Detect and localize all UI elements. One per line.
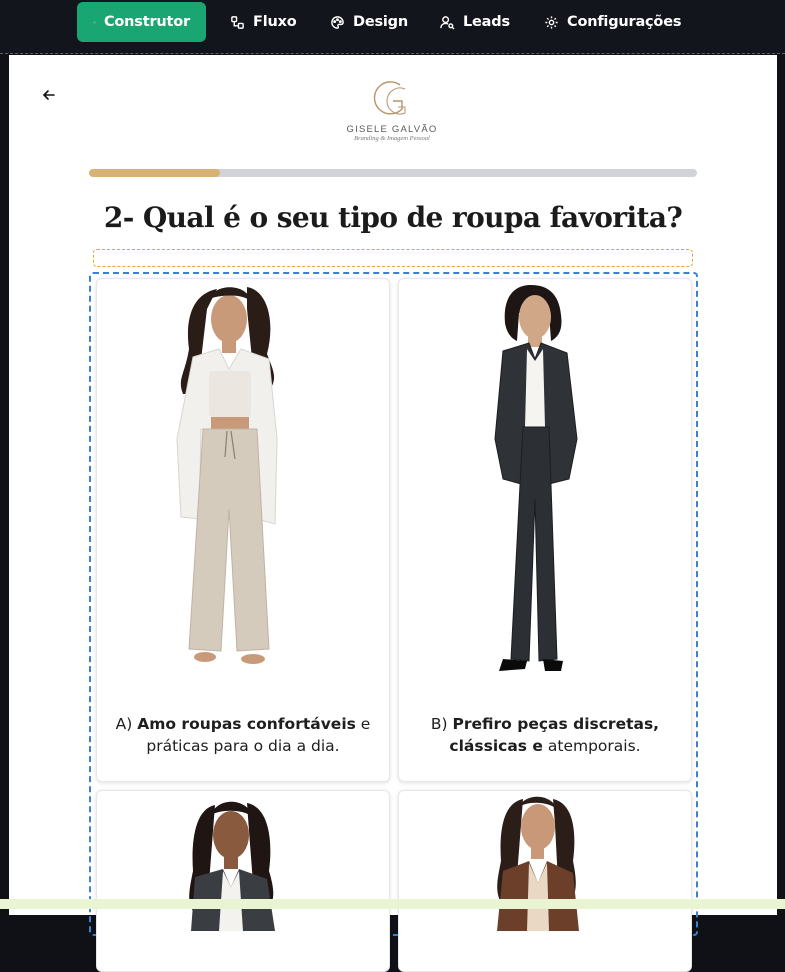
nav-tab-design[interactable]: Design — [330, 2, 408, 42]
quiz-canvas: GISELE GALVÃO Branding & Imagem Pessoal … — [9, 55, 777, 972]
header-divider — [0, 53, 785, 54]
sparkle-icon — [93, 20, 96, 24]
option-card-a[interactable]: A) Amo roupas confortáveis e práticas pa… — [96, 278, 390, 782]
gg-monogram-icon — [373, 81, 406, 115]
brand-logo: GISELE GALVÃO Branding & Imagem Pessoal — [342, 75, 442, 153]
casual-outfit-image — [176, 287, 278, 664]
question-title[interactable]: 2- Qual é o seu tipo de roupa favorita? — [9, 201, 777, 234]
subtitle-placeholder[interactable] — [93, 249, 693, 267]
arrow-left-icon — [42, 90, 55, 100]
flow-icon — [231, 15, 244, 29]
classic-suit-outfit-image — [494, 285, 578, 671]
smart-casual-outfit-image — [189, 801, 275, 931]
brand-tagline: Branding & Imagem Pessoal — [354, 135, 430, 142]
option-card-b[interactable]: B) Prefiro peças discretas, clássicas e … — [398, 278, 692, 782]
options-grid[interactable]: A) Amo roupas confortáveis e práticas pa… — [89, 272, 698, 972]
option-label: B) Prefiro peças discretas, clássicas e … — [430, 715, 660, 755]
nav-tab-leads[interactable]: Leads — [440, 2, 510, 42]
back-button[interactable] — [39, 85, 59, 105]
progress-fill — [89, 169, 220, 177]
option-label: A) Amo roupas confortáveis e práticas pa… — [115, 715, 371, 755]
palette-icon — [331, 15, 344, 29]
nav-label: Leads — [463, 14, 510, 30]
nav-tab-construtor[interactable]: Construtor — [77, 2, 206, 42]
nav-tab-configuracoes[interactable]: Configurações — [544, 2, 681, 42]
nav-label: Configurações — [567, 14, 682, 30]
option-card-d[interactable] — [398, 790, 692, 972]
gear-icon — [545, 15, 558, 29]
nav-tab-fluxo[interactable]: Fluxo — [230, 2, 297, 42]
elegant-outfit-image — [497, 796, 579, 931]
option-card-c[interactable] — [96, 790, 390, 972]
progress-bar — [89, 169, 697, 177]
bottom-strip — [0, 899, 785, 909]
nav-label: Construtor — [103, 14, 190, 30]
top-navigation: Construtor Fluxo Design Leads Configuraç… — [0, 0, 785, 54]
nav-label: Design — [353, 14, 408, 30]
nav-label: Fluxo — [253, 14, 297, 30]
user-search-icon — [440, 15, 455, 30]
brand-name: GISELE GALVÃO — [346, 124, 438, 135]
